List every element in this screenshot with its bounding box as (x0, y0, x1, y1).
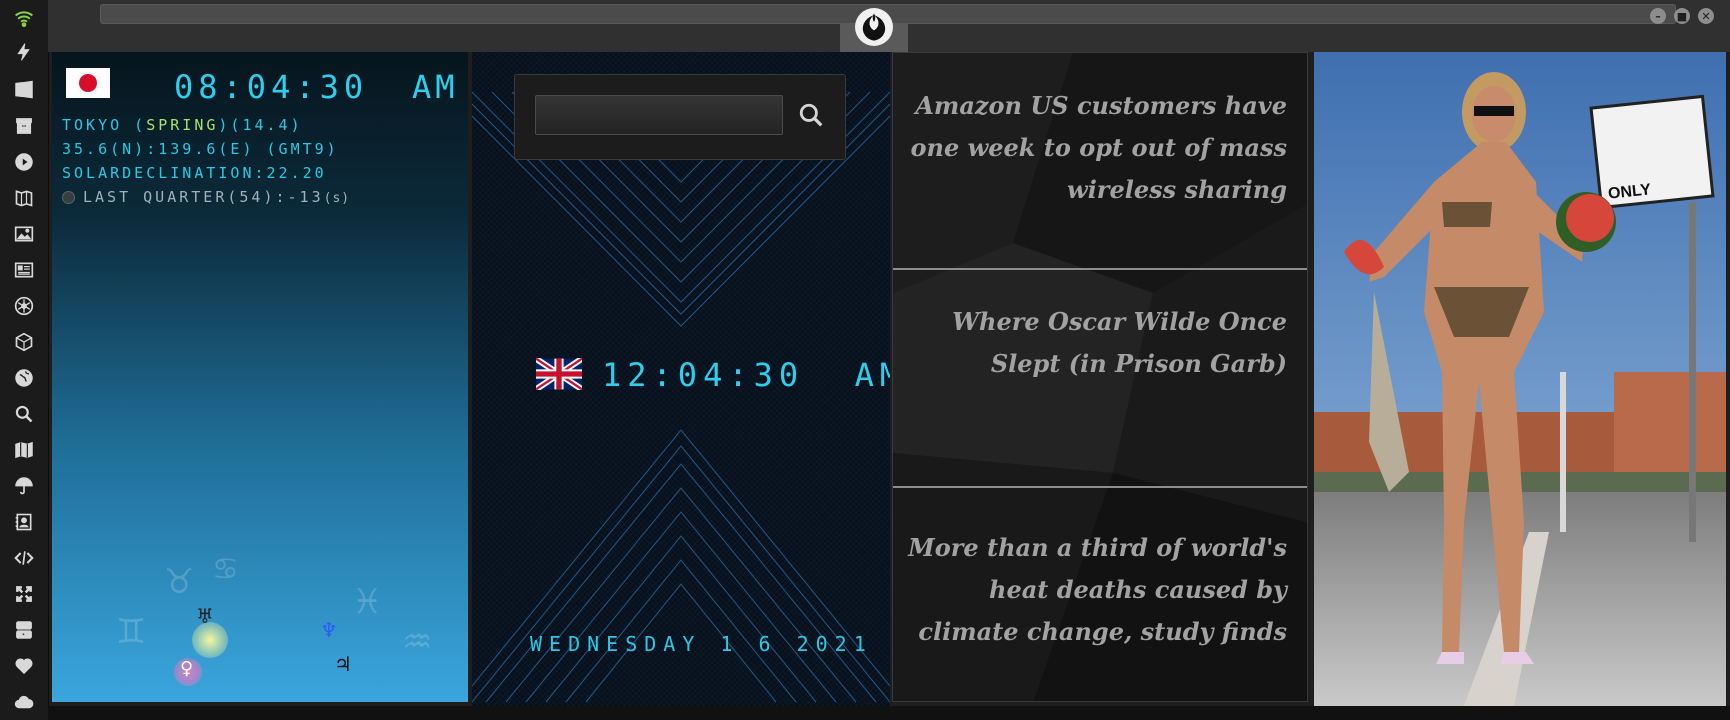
tokyo-time: 08:04:30 (174, 68, 369, 106)
expand-icon[interactable] (12, 582, 36, 606)
map-book-icon[interactable] (12, 186, 36, 210)
news-item[interactable]: Amazon US customers have one week to opt… (907, 85, 1288, 211)
maximize-button[interactable]: ■ (1674, 8, 1690, 24)
uk-flag-icon (536, 358, 582, 390)
play-icon[interactable] (12, 150, 36, 174)
uranus-icon: ♅ (196, 604, 214, 628)
news-item[interactable]: More than a third of world's heat deaths… (907, 527, 1287, 653)
zodiac-pisces-icon: ♓ (352, 582, 383, 622)
map-icon[interactable] (12, 438, 36, 462)
zodiac-taurus-icon: ♉ (164, 562, 195, 602)
cloud-icon[interactable] (12, 690, 36, 714)
wifi-icon[interactable] (12, 6, 36, 30)
tokyo-location-prefix: TOKYO ( (62, 116, 147, 134)
bottom-strip (48, 706, 1730, 720)
moon-icon (62, 191, 75, 204)
lightning-icon[interactable] (12, 40, 36, 64)
news-item[interactable]: Where Oscar Wilde Once Slept (in Prison … (907, 301, 1287, 385)
close-button[interactable]: ✕ (1698, 8, 1714, 24)
search-icon[interactable] (12, 402, 36, 426)
moon-phase-text: LAST QUARTER(54):-13 (83, 188, 324, 206)
tokyo-solar-declination: SOLARDECLINATION:22.20 (62, 164, 327, 182)
atom-icon[interactable] (12, 294, 36, 318)
news-panel: Amazon US customers have one week to opt… (892, 52, 1308, 702)
youtube-icon[interactable] (12, 618, 36, 642)
news-icon[interactable] (12, 258, 36, 282)
jupiter-icon: ♃ (334, 652, 352, 676)
moon-phase-unit: (s) (323, 191, 351, 206)
image-icon[interactable] (12, 222, 36, 246)
photo-panel[interactable]: ONLY (1314, 52, 1726, 706)
tokyo-location: TOKYO (SPRING)(14.4) (62, 116, 303, 134)
tokyo-location-suffix: )(14.4) (218, 116, 303, 134)
globe-icon[interactable] (12, 366, 36, 390)
zodiac-wheel: ♉ ♋ ♊ ♓ ♒ ♅ ♆ ♀ ♃ (112, 552, 442, 702)
contact-icon[interactable] (12, 510, 36, 534)
neptune-icon: ♆ (320, 618, 338, 642)
search-button[interactable] (795, 99, 827, 131)
sidebar (0, 0, 49, 720)
street-photo: ONLY (1314, 52, 1726, 706)
hexagon-icon[interactable] (12, 330, 36, 354)
search-box (514, 74, 846, 160)
rebel-alliance-logo-icon[interactable] (855, 8, 893, 46)
uk-date: WEDNESDAY 1 6 2021 (530, 632, 873, 656)
news-separator (893, 268, 1307, 270)
magnifier-icon (799, 103, 823, 127)
minimize-button[interactable]: – (1650, 8, 1666, 24)
zodiac-aquarius-icon: ♒ (402, 622, 433, 662)
japan-flag-icon (66, 68, 110, 98)
tokyo-moon-phase: LAST QUARTER(54):-13(s) (62, 188, 350, 206)
windows-icon[interactable] (12, 78, 36, 102)
tokyo-ampm: AM (412, 68, 459, 106)
tokyo-clock-panel: 08:04:30 AM TOKYO (SPRING)(14.4) 35.6(N)… (52, 52, 468, 702)
umbrella-icon[interactable] (12, 474, 36, 498)
uk-clock-panel: 12:04:30 AM WEDNESDAY 1 6 2021 (472, 52, 890, 706)
uk-ampm: AM (854, 356, 890, 394)
venus-icon: ♀ (180, 658, 194, 679)
code-icon[interactable] (12, 546, 36, 570)
zodiac-cancer-icon: ♋ (212, 552, 239, 587)
search-input[interactable] (535, 95, 783, 135)
zodiac-gemini-icon: ♊ (116, 612, 147, 652)
news-separator (893, 486, 1307, 488)
heart-icon[interactable] (12, 654, 36, 678)
tokyo-coords: 35.6(N):139.6(E) (GMT9) (62, 140, 339, 158)
archive-icon[interactable] (12, 114, 36, 138)
uk-time-value: 12:04:30 (602, 356, 805, 394)
uk-time: 12:04:30 AM (602, 356, 890, 394)
tokyo-season: SPRING (146, 116, 219, 134)
